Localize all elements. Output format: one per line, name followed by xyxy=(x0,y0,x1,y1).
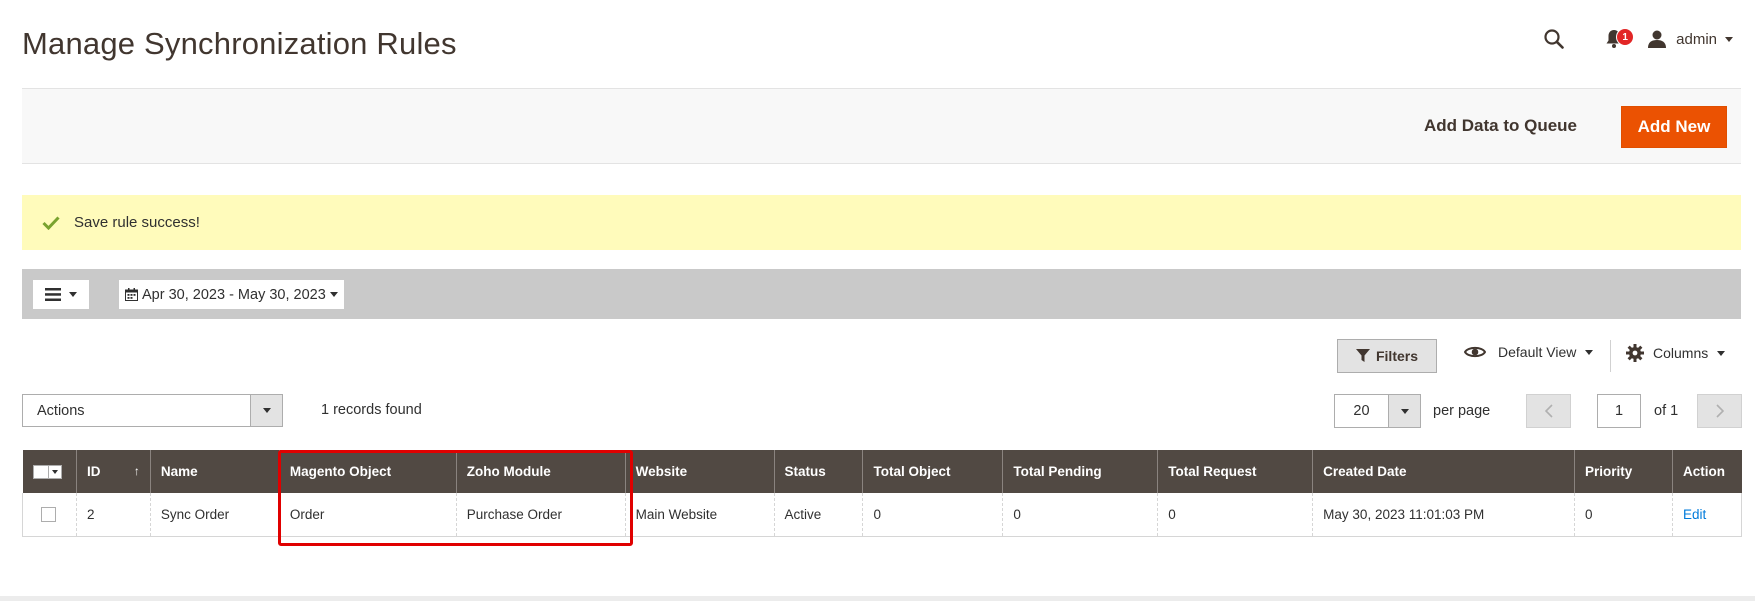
mass-select-dropdown[interactable] xyxy=(48,464,62,479)
checkbox[interactable] xyxy=(32,464,49,479)
default-view-label: Default View xyxy=(1498,344,1577,360)
cell-created-date: May 30, 2023 11:01:03 PM xyxy=(1312,493,1575,537)
user-icon xyxy=(1648,30,1667,48)
cell-total-object: 0 xyxy=(862,493,1003,537)
cell-id: 2 xyxy=(75,493,151,537)
column-header-total-object[interactable]: Total Object xyxy=(862,450,1003,493)
cell-action: Edit xyxy=(1671,493,1743,537)
column-header-total-pending[interactable]: Total Pending xyxy=(1002,450,1158,493)
records-found: 1 records found xyxy=(321,402,422,418)
columns-dropdown[interactable]: Columns xyxy=(1626,344,1726,362)
sort-ascending-icon: ↑ xyxy=(133,464,140,478)
header-actions: 1 admin xyxy=(1534,24,1733,54)
chevron-down-icon xyxy=(262,408,271,413)
chevron-left-icon xyxy=(1544,404,1553,418)
row-checkbox[interactable] xyxy=(41,506,56,522)
notifications-badge: 1 xyxy=(1616,28,1635,46)
cell-total-pending: 0 xyxy=(1002,493,1158,537)
cell-total-request: 0 xyxy=(1157,493,1313,537)
column-header-magento-object[interactable]: Magento Object xyxy=(278,450,457,493)
next-page-button[interactable] xyxy=(1697,394,1742,428)
dropdown-arrow xyxy=(250,395,282,426)
cell-zoho-module: Purchase Order xyxy=(455,493,626,537)
message-text: Save rule success! xyxy=(74,214,200,231)
column-header-zoho-module[interactable]: Zoho Module xyxy=(455,450,626,493)
column-header-created-date[interactable]: Created Date xyxy=(1312,450,1575,493)
success-message: Save rule success! xyxy=(22,195,1741,250)
default-view-dropdown[interactable]: Default View xyxy=(1464,344,1594,360)
previous-page-button[interactable] xyxy=(1526,394,1571,428)
column-header-status[interactable]: Status xyxy=(773,450,863,493)
filter-icon xyxy=(1355,349,1370,363)
eye-icon xyxy=(1464,345,1486,359)
column-header-name[interactable]: Name xyxy=(149,450,280,493)
notifications-bell-icon[interactable]: 1 xyxy=(1594,24,1635,54)
date-range-picker[interactable]: Apr 30, 2023 - May 30, 2023 xyxy=(119,280,344,309)
chevron-down-icon xyxy=(1585,349,1594,355)
mass-select-checkbox[interactable] xyxy=(32,464,66,479)
actions-label: Actions xyxy=(37,402,85,419)
date-range-label: Apr 30, 2023 - May 30, 2023 xyxy=(142,286,326,303)
column-header-website[interactable]: Website xyxy=(624,450,775,493)
hamburger-icon xyxy=(45,288,61,301)
per-page-value: 20 xyxy=(1353,403,1370,419)
page-title: Manage Synchronization Rules xyxy=(22,26,457,61)
cell-website: Main Website xyxy=(624,493,775,537)
grid-header-row: ID ↑ Name Magento Object Zoho Module Webs… xyxy=(22,450,1742,493)
grid-toolbar: Apr 30, 2023 - May 30, 2023 xyxy=(22,269,1741,319)
user-name: admin xyxy=(1676,30,1717,48)
menu-toggle-button[interactable] xyxy=(33,280,89,309)
add-new-button[interactable]: Add New xyxy=(1621,106,1727,148)
chevron-down-icon xyxy=(1717,350,1726,356)
calendar-icon xyxy=(125,288,138,301)
cell-name: Sync Order xyxy=(149,493,280,537)
select-all-header[interactable] xyxy=(22,450,77,493)
chevron-down-icon xyxy=(1725,36,1733,42)
filters-button[interactable]: Filters xyxy=(1337,339,1437,373)
total-pages-label: of 1 xyxy=(1654,403,1679,419)
checkmark-icon xyxy=(42,215,60,230)
add-data-to-queue-button[interactable]: Add Data to Queue xyxy=(1410,104,1591,148)
table-row[interactable]: 2 Sync Order Order Purchase Order Main W… xyxy=(22,493,1743,537)
edit-link[interactable]: Edit xyxy=(1683,507,1706,522)
filters-label: Filters xyxy=(1375,348,1418,364)
gear-icon xyxy=(1626,344,1644,362)
chevron-down-icon xyxy=(1400,408,1409,414)
mass-actions-select[interactable]: Actions xyxy=(22,394,283,427)
cell-status: Active xyxy=(773,493,863,537)
column-header-priority[interactable]: Priority xyxy=(1574,450,1673,493)
user-menu[interactable]: admin xyxy=(1648,30,1733,48)
columns-label: Columns xyxy=(1653,345,1709,361)
column-header-total-request[interactable]: Total Request xyxy=(1157,450,1313,493)
page-actions-bar: Add Data to Queue Add New xyxy=(22,88,1741,164)
column-header-id[interactable]: ID ↑ xyxy=(75,450,151,493)
per-page-select[interactable]: 20 xyxy=(1334,394,1421,428)
chevron-down-icon xyxy=(329,292,338,297)
chevron-down-icon xyxy=(69,292,77,297)
cell-magento-object: Order xyxy=(278,493,457,537)
per-page-label: per page xyxy=(1433,403,1491,419)
rules-grid: ID ↑ Name Magento Object Zoho Module Webs… xyxy=(22,450,1743,537)
chevron-down-icon xyxy=(51,469,58,474)
search-icon[interactable] xyxy=(1534,24,1574,54)
page-number-input[interactable]: 1 xyxy=(1597,394,1641,428)
cell-priority: 0 xyxy=(1574,493,1673,537)
chevron-right-icon xyxy=(1715,404,1724,418)
column-header-action: Action xyxy=(1671,450,1742,493)
row-select-cell xyxy=(22,493,77,537)
footer-divider xyxy=(0,596,1755,601)
dropdown-arrow xyxy=(1388,395,1420,427)
divider xyxy=(1610,340,1611,372)
